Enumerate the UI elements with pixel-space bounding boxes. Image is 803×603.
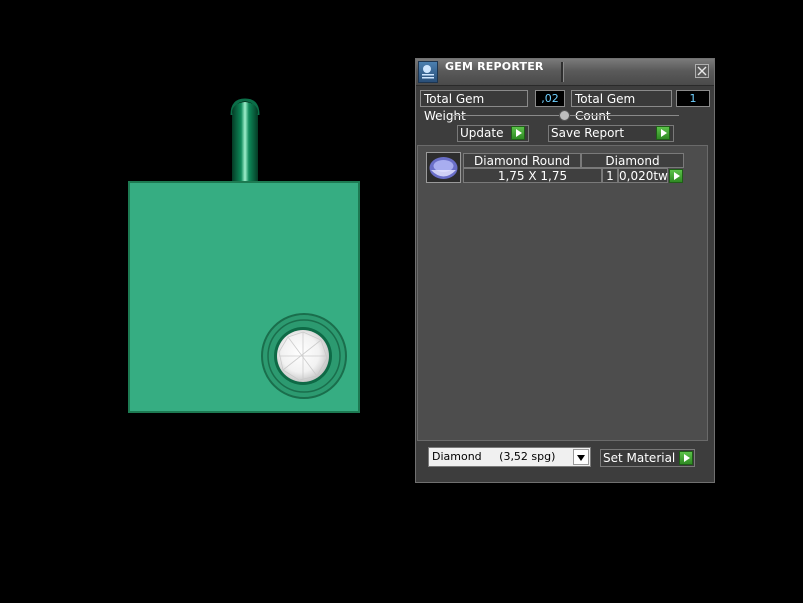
size-slider-handle[interactable] [559, 110, 570, 121]
gem-size: 1,75 X 1,75 [463, 168, 602, 183]
save-report-button-label: Save Report [551, 126, 625, 140]
3d-viewport[interactable] [0, 0, 410, 600]
total-weight-value: ,02 [535, 90, 565, 107]
update-arrow-icon[interactable] [511, 126, 525, 140]
material-select[interactable]: Diamond (3,52 spg) [428, 447, 591, 467]
model-render [128, 98, 360, 413]
titlebar-divider [561, 62, 564, 82]
update-button-label: Update [460, 126, 504, 140]
gem-thumbnail [426, 152, 461, 183]
close-button[interactable] [695, 64, 709, 78]
set-material-button-label: Set Material [603, 451, 676, 465]
round-diamond-icon [429, 157, 458, 179]
total-count-label: Total Gem Count [571, 90, 672, 123]
panel-titlebar[interactable]: GEM REPORTER [416, 59, 714, 86]
pendant-bail [230, 98, 260, 182]
set-material-arrow-icon[interactable] [679, 451, 693, 465]
gem-shape: Diamond Round [463, 153, 581, 168]
dropdown-arrow-icon[interactable] [573, 449, 589, 465]
material-selected-value: Diamond (3,52 spg) [432, 450, 556, 463]
gem-reporter-icon [418, 61, 438, 83]
panel-title: GEM REPORTER [445, 60, 544, 73]
gem-row-arrow-icon[interactable] [669, 169, 683, 183]
gem-material: Diamond [581, 153, 684, 168]
gem-count: 1 [602, 168, 618, 183]
gem-list: Diamond Round Diamond 1,75 X 1,75 1 0,02… [417, 145, 708, 441]
gem-setting [261, 313, 347, 399]
gem-weight: 0,020tw [618, 168, 668, 183]
gem-reporter-panel: GEM REPORTER Total Gem Weight ,02 Total … [415, 58, 715, 483]
total-weight-label: Total Gem Weight [420, 90, 528, 123]
close-icon [697, 66, 707, 76]
save-report-arrow-icon[interactable] [656, 126, 670, 140]
total-count-value: 1 [676, 90, 710, 107]
